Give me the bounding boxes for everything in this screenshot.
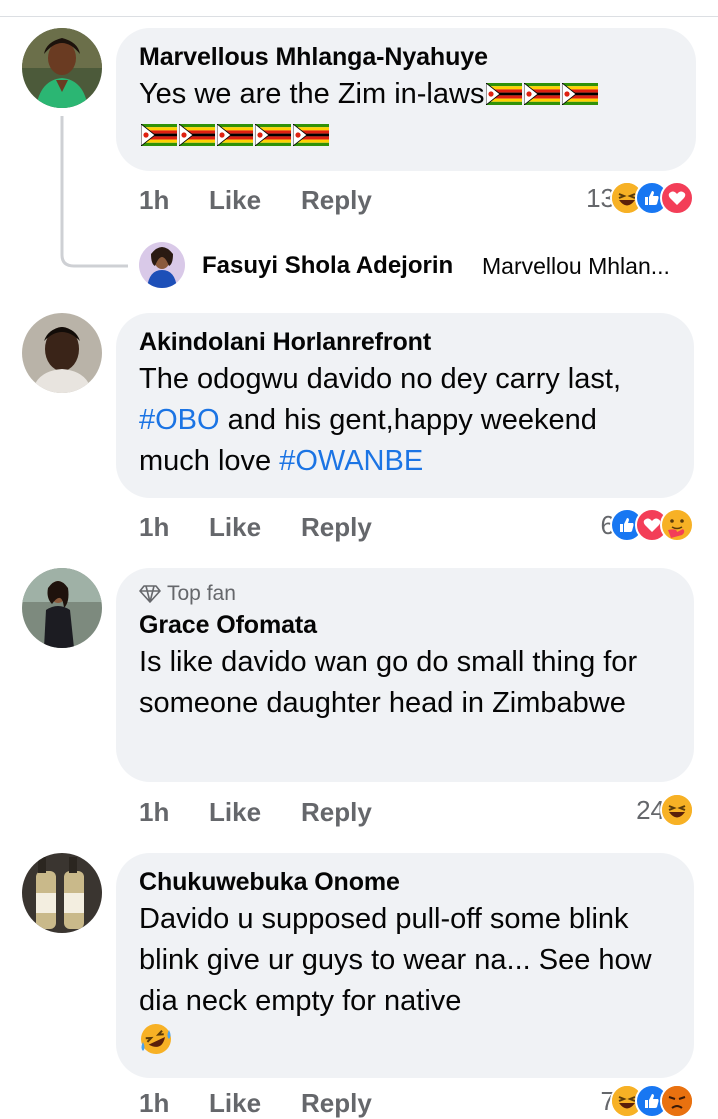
- comment-bubble: Akindolani Horlanrefront The odogwu davi…: [116, 313, 694, 498]
- reply-button[interactable]: Reply: [301, 185, 372, 216]
- reply-avatar: [139, 242, 185, 288]
- reaction-summary[interactable]: 24: [636, 793, 694, 827]
- comment-bubble: Chukuwebuka Onome Davido u supposed pull…: [116, 853, 694, 1078]
- time-label[interactable]: 1h: [139, 1088, 169, 1119]
- zimbabwe-flag-icon: [139, 119, 329, 151]
- love-icon: [660, 181, 694, 215]
- like-button[interactable]: Like: [209, 512, 261, 543]
- haha-icon: [660, 793, 694, 827]
- reply-preview[interactable]: Fasuyi Shola Adejorin Marvellou Mhlan...: [139, 240, 699, 290]
- reaction-summary[interactable]: 6: [601, 508, 694, 542]
- hashtag-link[interactable]: #OBO: [139, 404, 220, 436]
- care-icon: [660, 508, 694, 542]
- reply-snippet: Marvellou Mhlan...: [482, 253, 670, 279]
- top-fan-badge: Top fan: [139, 582, 670, 606]
- commenter-name[interactable]: Chukuwebuka Onome: [139, 867, 670, 897]
- like-button[interactable]: Like: [209, 185, 261, 216]
- commenter-name[interactable]: Grace Ofomata: [139, 610, 670, 640]
- comment-text-content: Yes we are the Zim in-laws: [139, 78, 485, 110]
- reaction-summary[interactable]: 13: [586, 181, 694, 215]
- comment-text: Is like davido wan go do small thing for…: [139, 646, 638, 719]
- avatar[interactable]: [22, 853, 102, 933]
- reply-author-name[interactable]: Fasuyi Shola Adejorin: [202, 252, 453, 280]
- avatar[interactable]: [22, 568, 102, 648]
- reply-button[interactable]: Reply: [301, 797, 372, 828]
- thread-connector: [60, 116, 128, 268]
- comment-text: Yes we are the Zim in-laws: [139, 74, 672, 156]
- avatar[interactable]: [22, 313, 102, 393]
- comment-text: The odogwu davido no dey carry last, #OB…: [139, 359, 670, 482]
- reply-button[interactable]: Reply: [301, 1088, 372, 1119]
- comment-bubble: Top fan Grace Ofomata Is like davido wan…: [116, 568, 694, 782]
- comment-text-part: The odogwu davido no dey carry last,: [139, 363, 621, 395]
- angry-icon: [660, 1084, 694, 1118]
- diamond-icon: [139, 585, 161, 603]
- time-label[interactable]: 1h: [139, 185, 169, 216]
- rolling-laughing-emoji-icon: [139, 1022, 173, 1056]
- commenter-name[interactable]: Marvellous Mhlanga-Nyahuye: [139, 42, 672, 72]
- comment-bubble: Marvellous Mhlanga-Nyahuye Yes we are th…: [116, 28, 696, 171]
- reaction-summary[interactable]: 7: [601, 1084, 694, 1118]
- comment-text-content: Davido u supposed pull-off some blink bl…: [139, 903, 652, 1017]
- time-label[interactable]: 1h: [139, 512, 169, 543]
- reply-button[interactable]: Reply: [301, 512, 372, 543]
- time-label[interactable]: 1h: [139, 797, 169, 828]
- like-button[interactable]: Like: [209, 797, 261, 828]
- top-fan-label: Top fan: [167, 582, 236, 605]
- comment-text: Davido u supposed pull-off some blink bl…: [139, 899, 670, 1064]
- commenter-name[interactable]: Akindolani Horlanrefront: [139, 327, 670, 357]
- zimbabwe-flag-icon: [484, 78, 599, 110]
- like-button[interactable]: Like: [209, 1088, 261, 1119]
- hashtag-link[interactable]: #OWANBE: [279, 445, 423, 477]
